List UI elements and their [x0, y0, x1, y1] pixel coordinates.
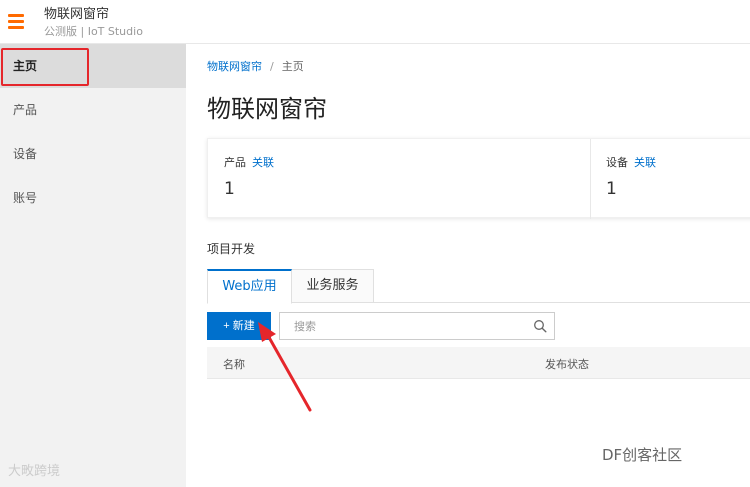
- product-link[interactable]: 关联: [252, 156, 274, 169]
- stats-card: 产品 关联 1 设备 关联 1: [207, 138, 750, 219]
- page-title: 物联网窗帘: [207, 95, 327, 123]
- search-input[interactable]: [280, 313, 528, 339]
- tab-web-app[interactable]: Web应用: [207, 269, 292, 304]
- table-header: 名称 发布状态: [207, 347, 750, 379]
- column-header-status: 发布状态: [545, 358, 589, 371]
- sidebar: 主页 产品 设备 账号: [0, 44, 186, 487]
- sidebar-item-account[interactable]: 账号: [0, 176, 186, 220]
- device-count: 1: [606, 179, 617, 199]
- search-icon[interactable]: [533, 319, 547, 333]
- breadcrumb-current: 主页: [281, 60, 304, 73]
- product-stat-label: 产品: [224, 156, 246, 169]
- project-tabs: Web应用 业务服务: [207, 269, 750, 304]
- product-stat: 产品 关联 1: [224, 139, 584, 219]
- sidebar-item-home[interactable]: 主页: [0, 44, 186, 88]
- section-title: 项目开发: [207, 242, 256, 256]
- sidebar-item-label: 产品: [13, 103, 38, 117]
- watermark-left: 大畋跨境: [8, 464, 61, 479]
- highlight-box: [1, 48, 89, 86]
- device-stat-label: 设备: [606, 156, 628, 169]
- product-count: 1: [224, 179, 235, 199]
- device-link[interactable]: 关联: [634, 156, 656, 169]
- top-bar: 物联网窗帘 公测版 | IoT Studio: [0, 0, 750, 44]
- main-content: 物联网窗帘 / 主页 物联网窗帘 产品 关联 1 设备 关联 1 项目开发 Web应用 …: [186, 44, 750, 487]
- sidebar-item-devices[interactable]: 设备: [0, 132, 186, 176]
- app-subtitle: 公测版 | IoT Studio: [44, 25, 143, 38]
- hamburger-icon[interactable]: [8, 14, 24, 29]
- sidebar-item-label: 账号: [13, 191, 38, 205]
- watermark-right: DF创客社区: [602, 446, 683, 464]
- column-header-name: 名称: [223, 358, 245, 371]
- device-stat: 设备 关联 1: [590, 139, 750, 219]
- sidebar-item-label: 设备: [13, 147, 38, 161]
- tab-business-service[interactable]: 业务服务: [292, 269, 374, 303]
- breadcrumb-link[interactable]: 物联网窗帘: [207, 60, 262, 73]
- breadcrumb-separator: /: [270, 60, 274, 73]
- search-box: [279, 312, 555, 340]
- sidebar-item-products[interactable]: 产品: [0, 88, 186, 132]
- breadcrumb: 物联网窗帘 / 主页: [207, 58, 304, 74]
- app-title: 物联网窗帘: [44, 7, 110, 22]
- new-button[interactable]: + 新建: [207, 312, 271, 340]
